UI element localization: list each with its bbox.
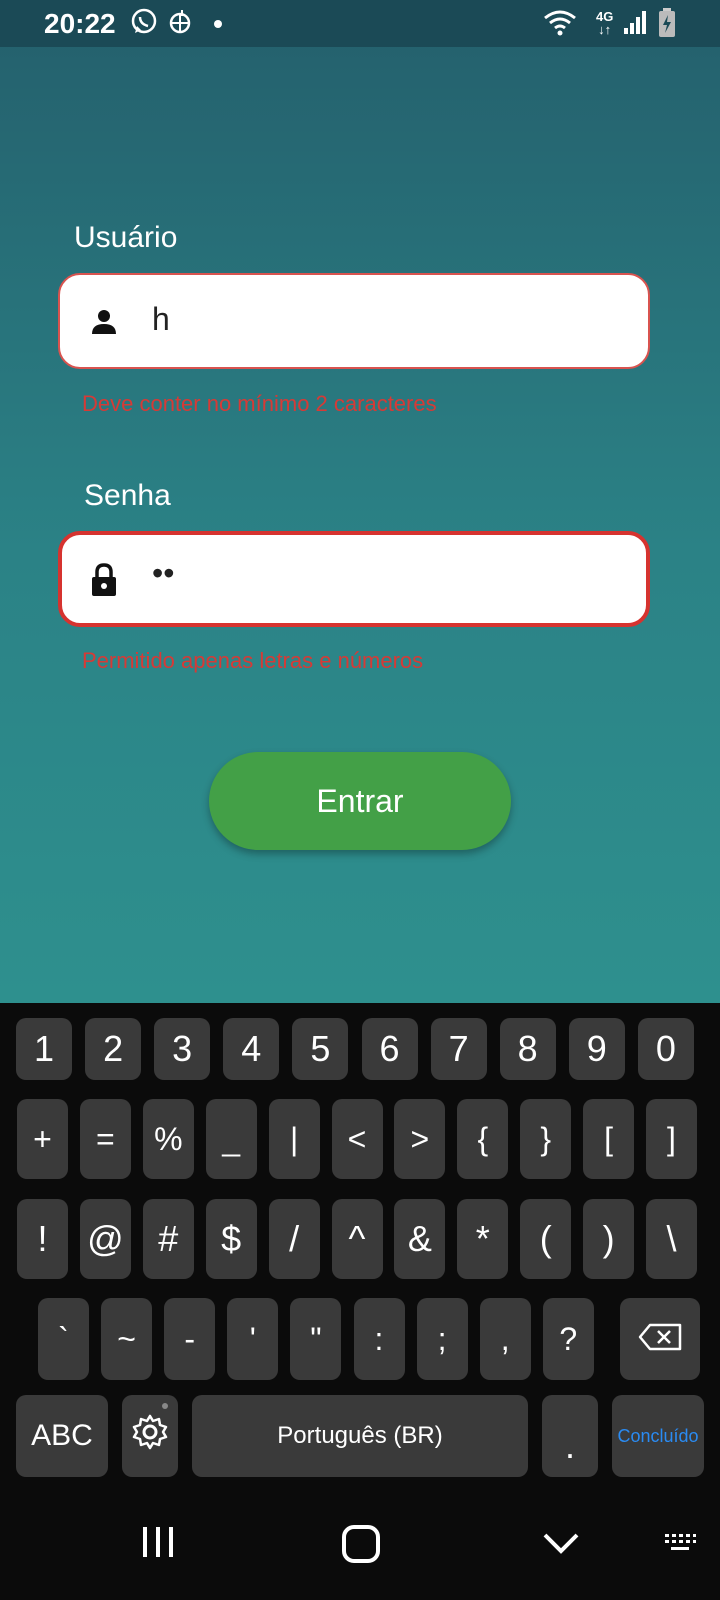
symbol-key[interactable]: " xyxy=(290,1298,342,1380)
symbol-key[interactable]: : xyxy=(353,1298,405,1380)
symbol-key[interactable]: ` xyxy=(38,1298,89,1380)
password-error: Permitido apenas letras e números xyxy=(82,648,424,673)
app-screen: 20:22 4G ↓↑ Usuário h Deve conter no míni… xyxy=(0,0,720,1003)
symbol-key[interactable]: { xyxy=(457,1099,509,1179)
symbol-key[interactable]: 9 xyxy=(568,1018,625,1080)
vpn-globe-icon xyxy=(168,8,192,41)
symbol-key[interactable]: ( xyxy=(520,1199,572,1279)
symbol-key[interactable]: + xyxy=(17,1099,68,1179)
symbol-key[interactable]: 4 xyxy=(223,1018,280,1080)
username-label: Usuário xyxy=(74,221,178,254)
login-button[interactable]: Entrar xyxy=(209,752,511,850)
symbol-key[interactable]: # xyxy=(142,1199,194,1279)
symbol-key[interactable]: , xyxy=(479,1298,531,1380)
battery-charging-icon xyxy=(658,8,676,43)
symbol-key[interactable]: < xyxy=(331,1099,383,1179)
symbol-key[interactable]: ^ xyxy=(331,1199,383,1279)
status-bar: 20:22 4G ↓↑ xyxy=(0,0,720,47)
abc-key[interactable]: ABC xyxy=(16,1395,108,1477)
home-icon[interactable] xyxy=(342,1525,380,1568)
symbol-key[interactable]: 0 xyxy=(637,1018,694,1080)
symbol-key[interactable]: 5 xyxy=(292,1018,349,1080)
whatsapp-icon xyxy=(130,8,158,41)
username-input[interactable]: h xyxy=(58,273,650,369)
symbol-key[interactable]: 7 xyxy=(430,1018,487,1080)
symbol-key[interactable]: 1 xyxy=(16,1018,72,1080)
symbol-key[interactable]: ' xyxy=(227,1298,279,1380)
symbol-key[interactable]: | xyxy=(268,1099,320,1179)
period-key[interactable]: . xyxy=(542,1395,598,1477)
notification-dot xyxy=(214,20,222,28)
symbol-key[interactable]: = xyxy=(79,1099,131,1179)
symbol-key[interactable]: ! xyxy=(17,1199,68,1279)
password-label: Senha xyxy=(84,479,171,512)
status-time: 20:22 xyxy=(44,8,116,39)
gear-icon xyxy=(130,1412,170,1461)
symbol-key[interactable]: ~ xyxy=(101,1298,153,1380)
symbol-key[interactable]: $ xyxy=(205,1199,257,1279)
person-icon xyxy=(90,307,118,340)
symbol-key[interactable]: 8 xyxy=(499,1018,556,1080)
hide-keyboard-chevron-icon[interactable] xyxy=(543,1531,579,1560)
symbol-key[interactable]: 6 xyxy=(361,1018,418,1080)
lock-icon xyxy=(90,563,118,602)
symbol-key[interactable]: \ xyxy=(646,1199,697,1279)
signal-icon xyxy=(623,8,647,41)
symbol-key[interactable]: - xyxy=(164,1298,216,1380)
symbol-key[interactable]: } xyxy=(520,1099,572,1179)
symbol-key[interactable]: / xyxy=(268,1199,320,1279)
backspace-key[interactable] xyxy=(620,1298,700,1380)
symbol-key[interactable]: @ xyxy=(79,1199,131,1279)
keyboard-switch-icon[interactable] xyxy=(664,1533,696,1560)
recent-apps-icon[interactable] xyxy=(141,1525,175,1564)
symbol-key[interactable]: ] xyxy=(646,1099,697,1179)
settings-indicator-dot xyxy=(162,1403,168,1409)
symbol-key[interactable]: ) xyxy=(583,1199,635,1279)
symbol-key[interactable]: [ xyxy=(583,1099,635,1179)
space-key[interactable]: Português (BR) xyxy=(192,1395,528,1477)
symbol-key[interactable]: ? xyxy=(542,1298,594,1380)
symbol-key[interactable]: % xyxy=(142,1099,194,1179)
symbol-key[interactable]: & xyxy=(394,1199,446,1279)
username-value: h xyxy=(152,301,170,337)
password-value: •• xyxy=(152,555,175,591)
symbol-key[interactable]: _ xyxy=(205,1099,257,1179)
password-input[interactable]: •• xyxy=(58,531,650,627)
symbol-key[interactable]: 2 xyxy=(85,1018,142,1080)
navigation-bar xyxy=(0,1493,720,1600)
symbol-key[interactable]: * xyxy=(457,1199,509,1279)
network-type-label: 4G ↓↑ xyxy=(596,9,614,37)
backspace-icon xyxy=(638,1318,682,1360)
username-error: Deve conter no mínimo 2 caracteres xyxy=(82,391,437,416)
done-key[interactable]: Concluído xyxy=(612,1395,704,1477)
wifi-icon xyxy=(543,8,577,41)
symbol-keyboard: 1 2 3 4 5 6 7 8 9 0 + =% _ | < >{}[]! @ # $ / ^ & *() \ ` ~ - ' ":;,… xyxy=(0,1003,720,1493)
keyboard-settings-key[interactable] xyxy=(122,1395,178,1477)
symbol-key[interactable]: 3 xyxy=(154,1018,211,1080)
symbol-key[interactable]: > xyxy=(394,1099,446,1179)
symbol-key[interactable]: ; xyxy=(416,1298,468,1380)
